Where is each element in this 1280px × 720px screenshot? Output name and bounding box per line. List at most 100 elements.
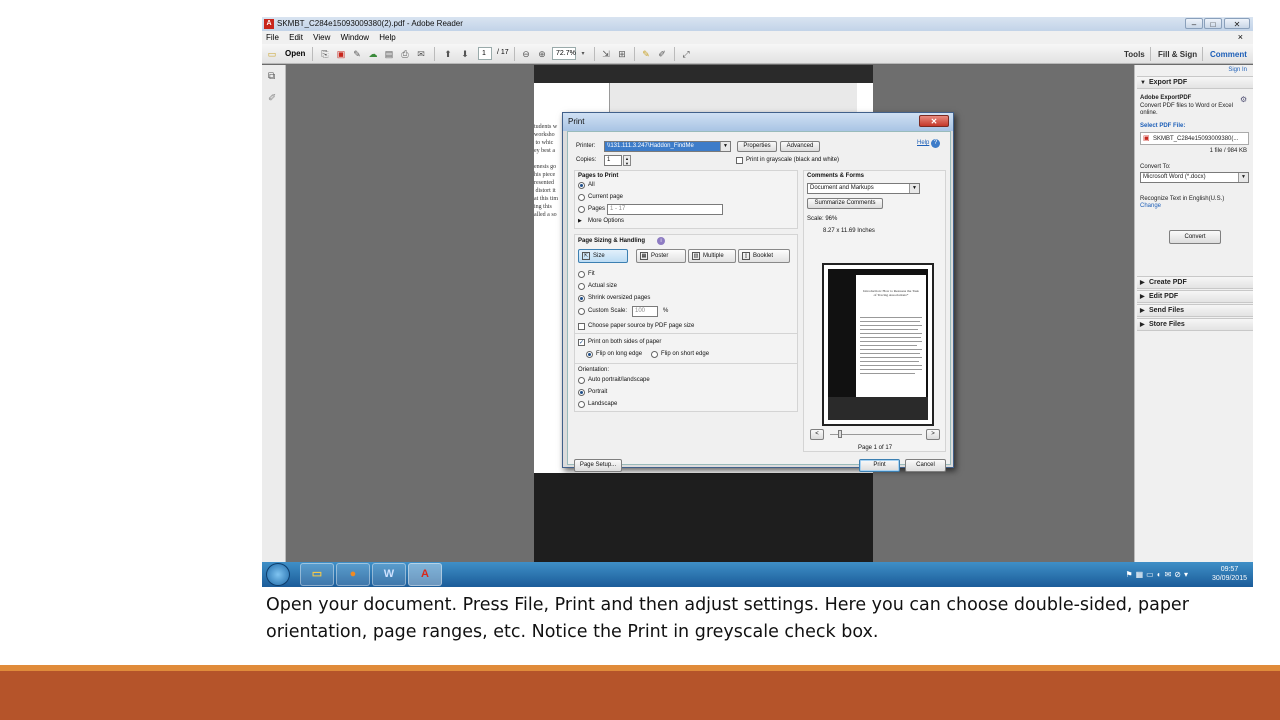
- full-width-icon[interactable]: ⊞: [616, 48, 628, 60]
- radio-current-page[interactable]: [578, 194, 585, 201]
- save-icon[interactable]: ▤: [383, 48, 395, 60]
- settings-icon[interactable]: ⚙: [1240, 95, 1247, 104]
- copies-input[interactable]: 1: [604, 155, 622, 166]
- system-tray-icons[interactable]: ⚑▦▭◐✉⊘▾: [1125, 570, 1191, 579]
- option-pages-label: Pages: [588, 206, 606, 212]
- radio-actual-size[interactable]: [578, 283, 585, 290]
- preview-next-button[interactable]: >: [926, 429, 940, 440]
- dropdown-arrow-icon: ▼: [720, 142, 730, 151]
- menu-edit[interactable]: Edit: [289, 33, 303, 42]
- adobe-reader-taskbar-icon[interactable]: A: [408, 563, 442, 586]
- sign-in-link[interactable]: Sign In: [1228, 67, 1247, 73]
- close-dialog-button[interactable]: ✕: [919, 115, 949, 127]
- open-button[interactable]: Open: [285, 49, 305, 58]
- help-icon[interactable]: ?: [931, 139, 940, 148]
- send-files-header[interactable]: ▶ Send Files: [1137, 304, 1253, 317]
- menu-file[interactable]: File: [266, 33, 279, 42]
- zoom-in-icon[interactable]: ⊕: [536, 48, 548, 60]
- custom-scale-input[interactable]: 100: [632, 306, 658, 317]
- export-pdf-header[interactable]: ▼ Export PDF: [1137, 76, 1253, 89]
- pages-range-input[interactable]: 1 - 17: [607, 204, 723, 215]
- maximize-button[interactable]: □: [1204, 18, 1222, 29]
- properties-button[interactable]: Properties: [737, 141, 777, 152]
- previous-page-icon[interactable]: ⬆: [442, 48, 454, 60]
- firefox-taskbar-icon[interactable]: ●: [336, 563, 370, 586]
- next-page-icon[interactable]: ⬇: [459, 48, 471, 60]
- size-button[interactable]: ⇱ Size: [578, 249, 628, 263]
- highlight-icon[interactable]: ✐: [656, 48, 668, 60]
- pdf-icon[interactable]: ▣: [335, 48, 347, 60]
- close-window-button[interactable]: ✕: [1224, 18, 1250, 29]
- open-folder-icon[interactable]: ▭: [266, 48, 278, 60]
- create-pdf-header[interactable]: ▶ Create PDF: [1137, 276, 1253, 289]
- preview-slider-track[interactable]: [830, 434, 922, 435]
- zoom-dropdown-icon[interactable]: ▾: [577, 48, 589, 60]
- booklet-button[interactable]: ▯ Booklet: [738, 249, 790, 263]
- preview-prev-button[interactable]: <: [810, 429, 824, 440]
- more-options-triangle-icon[interactable]: ▶: [578, 218, 582, 224]
- close-document-icon[interactable]: ×: [1238, 31, 1243, 44]
- store-files-header[interactable]: ▶ Store Files: [1137, 318, 1253, 331]
- print-button[interactable]: Print: [859, 459, 900, 472]
- edit-icon[interactable]: ✎: [351, 48, 363, 60]
- zoom-input[interactable]: 72.7%: [552, 47, 576, 60]
- preview-slider-thumb[interactable]: [838, 430, 842, 438]
- paper-source-checkbox[interactable]: [578, 323, 585, 330]
- more-options-toggle[interactable]: More Options: [588, 218, 624, 224]
- menu-help[interactable]: Help: [379, 33, 395, 42]
- cancel-button[interactable]: Cancel: [905, 459, 946, 472]
- printer-select[interactable]: \\131.111.3.247\Haddon_FindMe ▼: [604, 141, 731, 152]
- comments-forms-select[interactable]: Document and Markups ▼: [807, 183, 920, 194]
- help-link[interactable]: Help: [917, 140, 929, 146]
- menu-view[interactable]: View: [313, 33, 330, 42]
- radio-pages[interactable]: [578, 206, 585, 213]
- radio-custom-scale[interactable]: [578, 308, 585, 315]
- dropdown-arrow-icon: ▼: [1238, 173, 1248, 182]
- pages-thumbnail-icon[interactable]: ⧉: [268, 71, 275, 82]
- multiple-button[interactable]: ▥ Multiple: [688, 249, 736, 263]
- cloud-icon[interactable]: ☁: [367, 48, 379, 60]
- radio-flip-short-edge[interactable]: [651, 351, 658, 358]
- info-icon[interactable]: i: [657, 237, 665, 245]
- tab-fill-sign[interactable]: Fill & Sign: [1158, 47, 1197, 62]
- page-number-input[interactable]: 1: [478, 47, 492, 60]
- edit-pdf-header[interactable]: ▶ Edit PDF: [1137, 290, 1253, 303]
- fit-page-icon[interactable]: ⇲: [600, 48, 612, 60]
- radio-flip-long-edge[interactable]: [586, 351, 593, 358]
- comment-icon[interactable]: ✎: [640, 48, 652, 60]
- clock[interactable]: 09:57 30/09/2015: [1212, 565, 1247, 583]
- tab-tools[interactable]: Tools: [1124, 47, 1145, 62]
- convert-button[interactable]: Convert: [1169, 230, 1221, 244]
- radio-portrait[interactable]: [578, 389, 585, 396]
- tab-comment[interactable]: Comment: [1210, 47, 1247, 62]
- radio-auto-orientation[interactable]: [578, 377, 585, 384]
- read-mode-icon[interactable]: ⤢: [680, 48, 692, 60]
- copies-stepper[interactable]: ▲ ▼: [623, 155, 631, 166]
- zoom-out-icon[interactable]: ⊖: [520, 48, 532, 60]
- radio-all[interactable]: [578, 182, 585, 189]
- explorer-taskbar-icon[interactable]: ▭: [300, 563, 334, 586]
- change-language-link[interactable]: Change: [1140, 203, 1161, 209]
- grayscale-checkbox[interactable]: [736, 157, 743, 164]
- create-pdf-icon[interactable]: ⎘: [319, 48, 331, 60]
- print-icon[interactable]: ⎙: [399, 48, 411, 60]
- page-setup-button[interactable]: Page Setup...: [574, 459, 622, 472]
- minimize-button[interactable]: –: [1185, 18, 1203, 29]
- convert-format-select[interactable]: Microsoft Word (*.docx) ▼: [1140, 172, 1249, 183]
- comments-forms-heading: Comments & Forms: [807, 173, 865, 179]
- summarize-comments-button[interactable]: Summarize Comments: [807, 198, 883, 209]
- radio-shrink-oversized[interactable]: [578, 295, 585, 302]
- menu-window[interactable]: Window: [341, 33, 369, 42]
- selected-file-box[interactable]: ▣ SKMBT_C284e15093009380(...: [1140, 132, 1249, 145]
- poster-button[interactable]: ▦ Poster: [636, 249, 686, 263]
- duplex-checkbox[interactable]: ✓: [578, 339, 585, 346]
- word-taskbar-icon[interactable]: W: [372, 563, 406, 586]
- radio-landscape[interactable]: [578, 401, 585, 408]
- start-button[interactable]: [266, 563, 290, 586]
- radio-fit[interactable]: [578, 271, 585, 278]
- advanced-button[interactable]: Advanced: [780, 141, 820, 152]
- custom-scale-unit: %: [663, 308, 669, 314]
- email-icon[interactable]: ✉: [415, 48, 427, 60]
- attachment-icon[interactable]: ✐: [268, 93, 276, 104]
- print-dialog-titlebar: Print ✕: [563, 113, 953, 131]
